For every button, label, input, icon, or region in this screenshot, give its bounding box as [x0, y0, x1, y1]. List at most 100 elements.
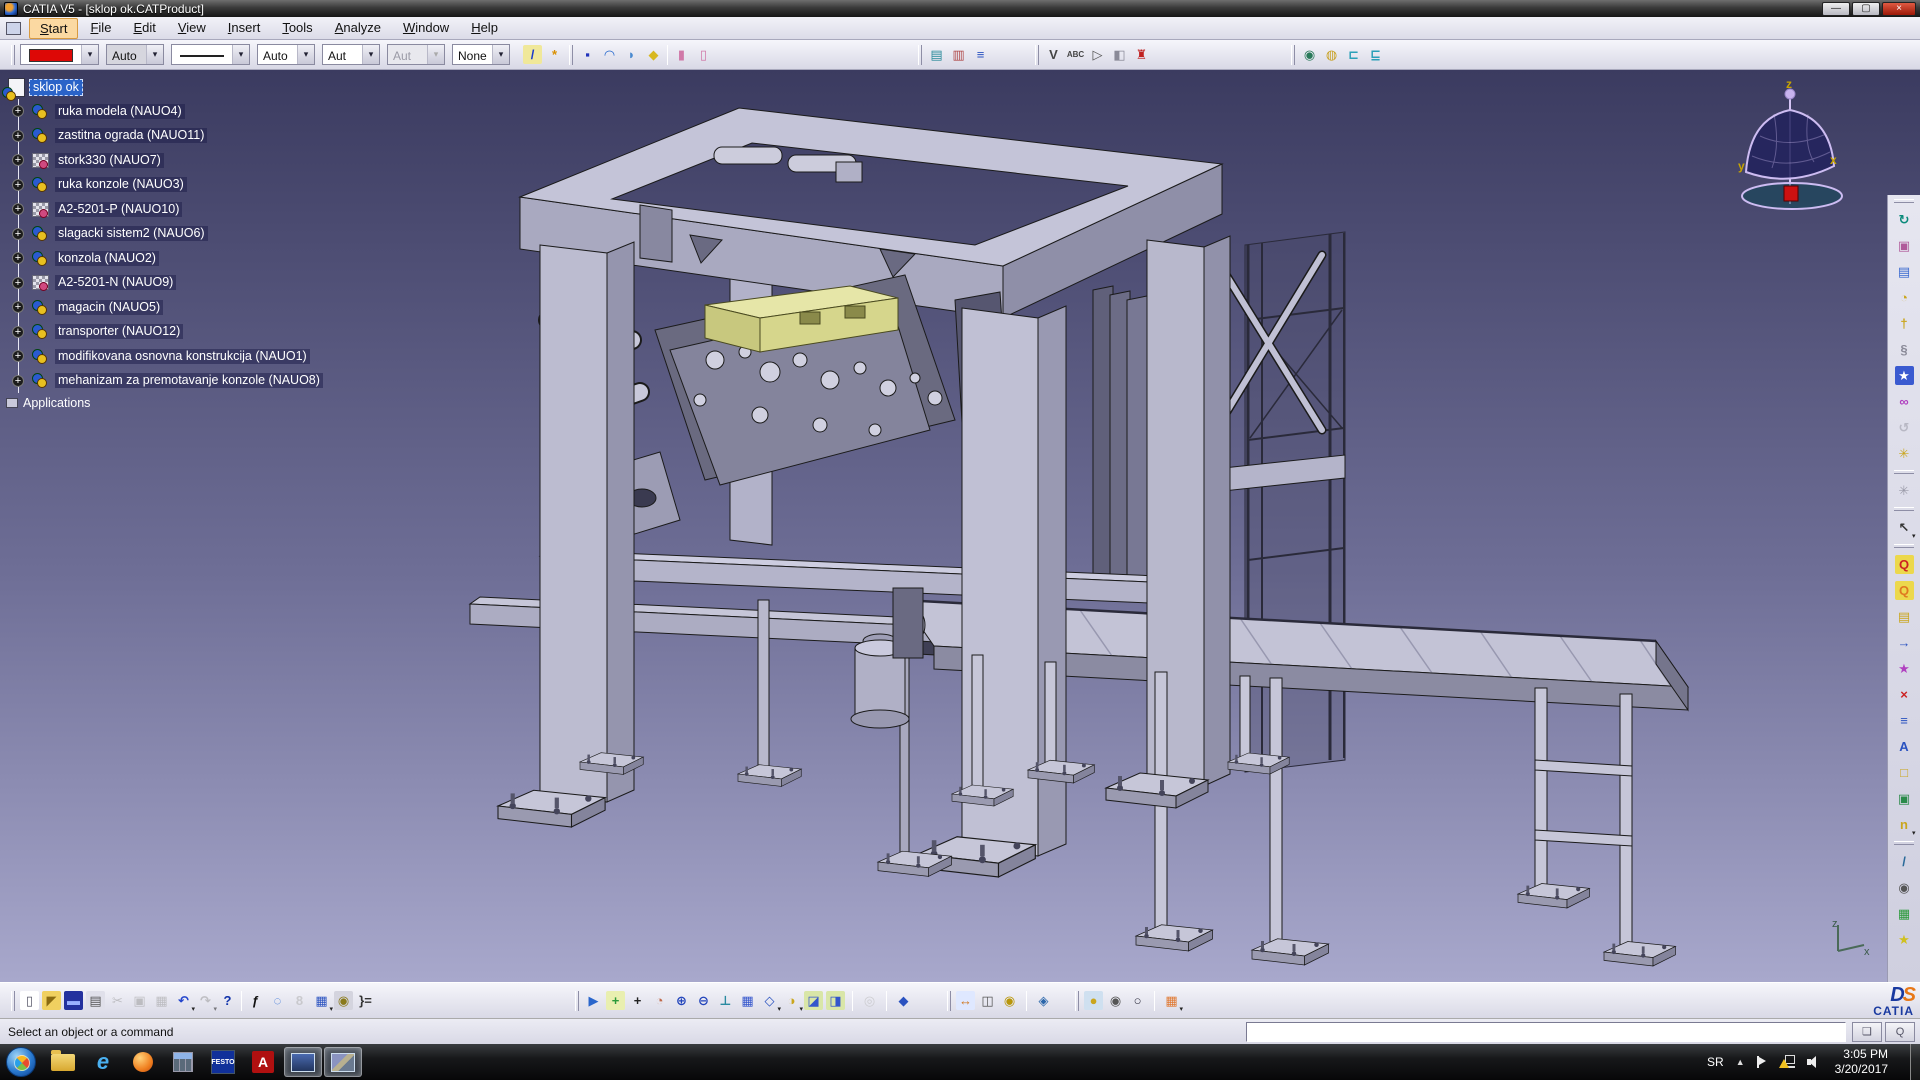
plane-eraser-icon[interactable]: ◆ — [644, 45, 663, 64]
rotate-icon[interactable]: ◔ — [650, 991, 669, 1010]
menu-insert[interactable]: Insert — [218, 18, 271, 39]
3d-viewport[interactable]: sklop ok +ruka modela (NAUO4)+zastitna o… — [0, 70, 1920, 982]
multi-view-icon[interactable]: ▦ — [738, 991, 757, 1010]
pan-icon[interactable]: + — [628, 991, 647, 1010]
app-grid-taskbar-icon[interactable] — [164, 1047, 202, 1077]
multi-instantiation-icon[interactable]: ▣ — [1895, 236, 1914, 255]
tree-collapse-icon[interactable]: ⊑ — [1366, 45, 1385, 64]
hide-show-icon[interactable]: ◪ — [804, 991, 823, 1010]
picture-wrench-icon[interactable]: ▣ — [1895, 789, 1914, 808]
tree-expander-icon[interactable]: + — [12, 326, 24, 338]
graph-list-icon[interactable]: ≡ — [971, 45, 990, 64]
doc-window-button[interactable]: ❏ — [1852, 1022, 1882, 1042]
doc-gear-icon[interactable]: ▤ — [1895, 607, 1914, 626]
tree-item[interactable]: +A2-5201-P (NAUO10) — [19, 197, 323, 222]
enhanced-scene-icon[interactable]: ◍ — [1322, 45, 1341, 64]
tree-item-label[interactable]: zastitna ograda (NAUO11) — [55, 128, 207, 143]
toolbar-drag-handle[interactable] — [11, 45, 15, 65]
toolbar-drag-handle[interactable] — [918, 45, 922, 65]
tree-item-label[interactable]: transporter (NAUO12) — [55, 324, 183, 339]
show-desktop-button[interactable] — [1910, 1044, 1920, 1080]
folder-doc-icon[interactable]: □ — [1895, 763, 1914, 782]
menu-edit[interactable]: Edit — [123, 18, 165, 39]
constraint-chain-icon[interactable]: ∞ — [1895, 392, 1914, 411]
tree-item-label[interactable]: stork330 (NAUO7) — [55, 153, 164, 168]
normal-view-icon[interactable]: ⊥ — [716, 991, 735, 1010]
lock-icon[interactable]: ◉ — [334, 991, 353, 1010]
tree-item-label[interactable]: modifikovana osnovna konstrukcija (NAUO1… — [55, 349, 310, 364]
menu-window[interactable]: Window — [393, 18, 459, 39]
toolbar-drag-handle[interactable] — [1894, 199, 1914, 203]
snap-icon[interactable]: ◔ — [1895, 288, 1914, 307]
manipulate-icon[interactable]: ↖▾ — [1895, 518, 1914, 537]
render-spheres-icon[interactable]: ○ — [1128, 991, 1147, 1010]
tree-item[interactable]: +transporter (NAUO12) — [19, 320, 323, 345]
print-icon[interactable]: ▤ — [86, 991, 105, 1010]
comment-icon[interactable]: ◌ — [268, 991, 287, 1010]
view-compass[interactable]: z y x — [1730, 76, 1848, 219]
help-what-icon[interactable]: ? — [218, 991, 237, 1010]
quick-constraint-red-icon[interactable]: Q — [1895, 555, 1914, 574]
menu-help[interactable]: Help — [461, 18, 508, 39]
tree-item-label[interactable]: A2-5201-N (NAUO9) — [55, 275, 176, 290]
toolbar-drag-handle[interactable] — [11, 991, 15, 1011]
render-shot-icon[interactable]: ◉ — [1106, 991, 1125, 1010]
structure-grid-icon[interactable]: ▦▾ — [1162, 991, 1181, 1010]
curve-icon[interactable]: ◠ — [600, 45, 619, 64]
measure-inertia-icon[interactable]: ◉ — [1000, 991, 1019, 1010]
line-type-combo-arrow[interactable]: ▾ — [233, 45, 249, 64]
tree-expander-icon[interactable]: + — [12, 154, 24, 166]
tree-item[interactable]: +zastitna ograda (NAUO11) — [19, 124, 323, 149]
line-weight-combo-arrow[interactable]: ▾ — [298, 45, 314, 64]
zoom-out-icon[interactable]: ⊖ — [694, 991, 713, 1010]
doc-star-icon[interactable]: ★ — [1895, 659, 1914, 678]
applications-label[interactable]: Applications — [23, 396, 90, 410]
tree-root-node[interactable]: sklop ok — [8, 78, 323, 97]
internet-explorer-taskbar-icon[interactable]: e — [84, 1047, 122, 1077]
tree-item[interactable]: +A2-5201-N (NAUO9) — [19, 271, 323, 296]
menu-tools[interactable]: Tools — [272, 18, 322, 39]
tree-item-label[interactable]: konzola (NAUO2) — [55, 251, 159, 266]
menu-view[interactable]: View — [168, 18, 216, 39]
save-icon[interactable]: ▬ — [64, 991, 83, 1010]
power-input-field[interactable] — [1246, 1022, 1846, 1042]
green-frame-icon[interactable]: ▦ — [1895, 904, 1914, 923]
tree-item[interactable]: +magacin (NAUO5) — [19, 295, 323, 320]
flag-note-icon[interactable]: ▷ — [1088, 45, 1107, 64]
design-table-icon[interactable]: ▦▾ — [312, 991, 331, 1010]
adobe-reader-taskbar-icon[interactable]: A — [244, 1047, 282, 1077]
layer-combo-arrow[interactable]: ▾ — [147, 45, 163, 64]
tree-expander-icon[interactable]: + — [12, 277, 24, 289]
attach-clip-icon[interactable]: § — [1895, 340, 1914, 359]
anchor-fix-icon[interactable]: † — [1895, 314, 1914, 333]
network-warning-icon[interactable] — [1781, 1056, 1795, 1068]
toolbar-drag-handle[interactable] — [947, 991, 951, 1011]
line-type-combo[interactable]: ▾ — [171, 44, 250, 65]
tree-root-label[interactable]: sklop ok — [29, 79, 83, 96]
frame-a-icon[interactable]: A — [1895, 737, 1914, 756]
layer-combo[interactable]: Auto▾ — [106, 44, 164, 65]
fly-mode-icon[interactable]: ▶ — [584, 991, 603, 1010]
tree-expander-icon[interactable]: + — [12, 350, 24, 362]
shading-mode-icon[interactable]: ◑▾ — [782, 991, 801, 1010]
tray-expand-icon[interactable]: ▲ — [1736, 1057, 1745, 1067]
new-document-icon[interactable]: ▯ — [20, 991, 39, 1010]
tree-expand-icon[interactable]: ⊏ — [1344, 45, 1363, 64]
tree-item-label[interactable]: ruka modela (NAUO4) — [55, 104, 185, 119]
tree-expander-icon[interactable]: + — [12, 375, 24, 387]
toolbar-drag-handle[interactable] — [575, 991, 579, 1011]
toolbar-drag-handle[interactable] — [1291, 45, 1295, 65]
graphic-color-combo-arrow[interactable]: ▾ — [82, 45, 98, 64]
view-plane-icon[interactable]: ◧ — [1110, 45, 1129, 64]
zoom-in-icon[interactable]: ⊕ — [672, 991, 691, 1010]
quick-constraint-orange-icon[interactable]: Q — [1895, 581, 1914, 600]
point-style-combo[interactable]: Aut▾ — [322, 44, 380, 65]
generate-numbering-icon[interactable]: n▾ — [1895, 815, 1914, 834]
tree-expander-icon[interactable]: + — [12, 228, 24, 240]
tree-expander-icon[interactable]: + — [12, 203, 24, 215]
open-icon[interactable]: ◤ — [42, 991, 61, 1010]
tree-item[interactable]: +mehanizam za premotavanje konzole (NAUO… — [19, 369, 323, 394]
pocket-box-icon[interactable]: ▯ — [694, 45, 713, 64]
layer-filter-combo-arrow[interactable]: ▾ — [493, 45, 509, 64]
menu-file[interactable]: File — [80, 18, 121, 39]
